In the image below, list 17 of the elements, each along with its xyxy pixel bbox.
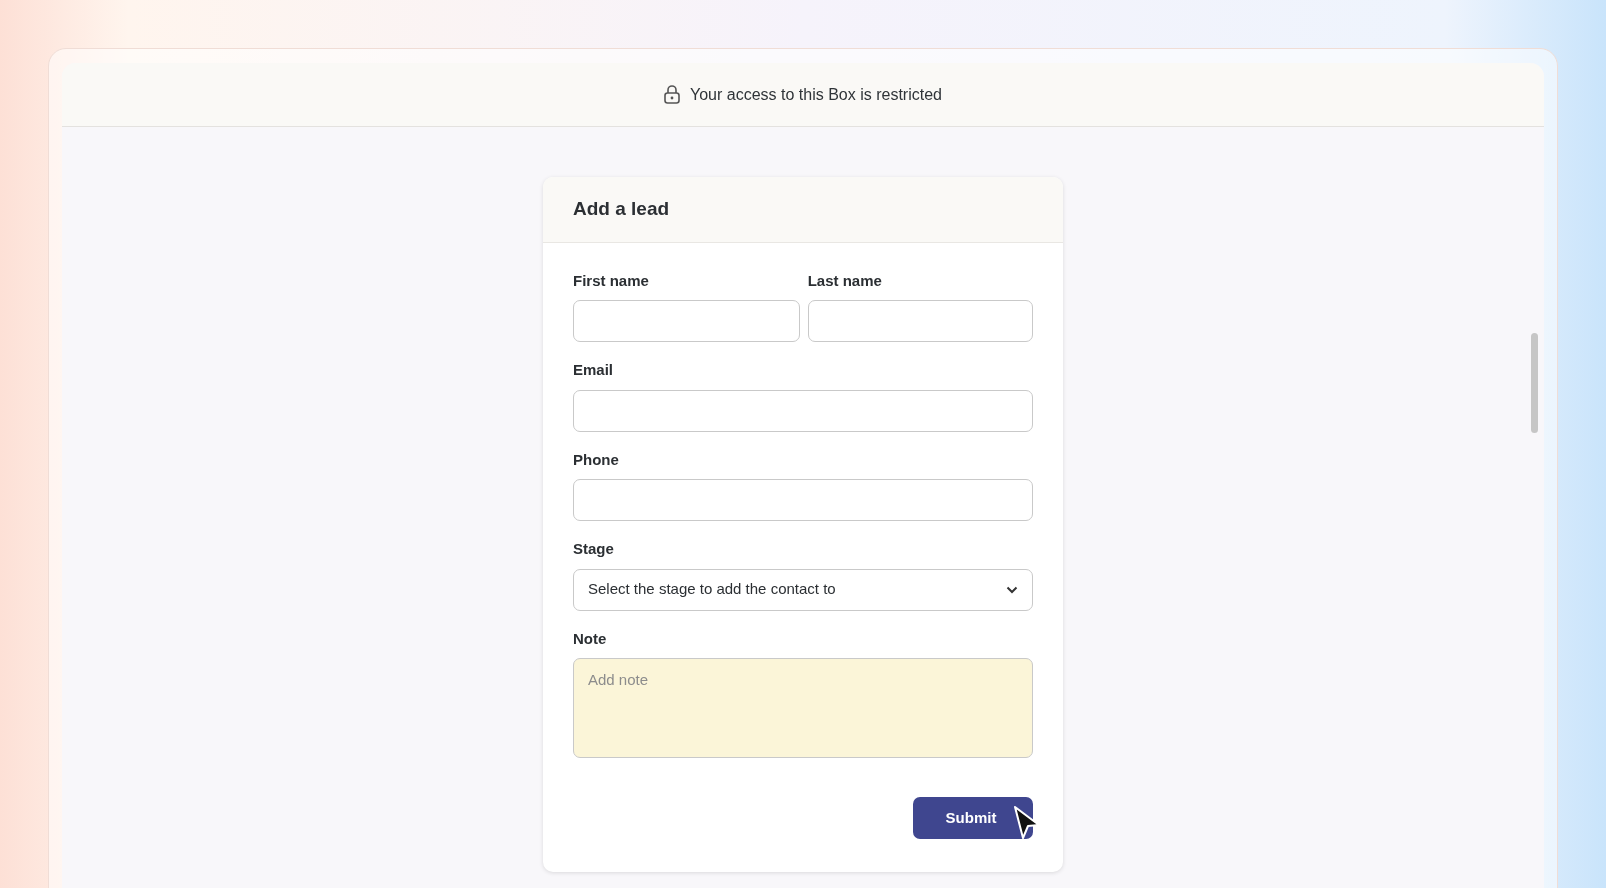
scrollbar-thumb[interactable] bbox=[1531, 333, 1538, 433]
input-field[interactable] bbox=[807, 300, 1033, 342]
input-field[interactable] bbox=[573, 300, 800, 342]
field-label: Phone bbox=[573, 449, 619, 470]
stage-dropdown[interactable]: Select the stage to add the contact to bbox=[573, 568, 1033, 611]
input-field[interactable] bbox=[573, 479, 1033, 521]
field-label: First name bbox=[573, 270, 649, 291]
input-field[interactable] bbox=[573, 389, 1033, 432]
lock-icon bbox=[664, 85, 680, 104]
field-label: Stage bbox=[573, 539, 614, 559]
field-label: Last name bbox=[807, 270, 882, 291]
note-field[interactable]: Add note bbox=[573, 658, 1033, 758]
chevron-down-icon bbox=[1006, 585, 1018, 594]
form-title: Add a lead bbox=[543, 177, 1063, 243]
field-label: Email bbox=[573, 360, 614, 380]
banner-text: Your access to this Box is restricted bbox=[690, 84, 942, 105]
field-label: Note bbox=[573, 628, 607, 649]
